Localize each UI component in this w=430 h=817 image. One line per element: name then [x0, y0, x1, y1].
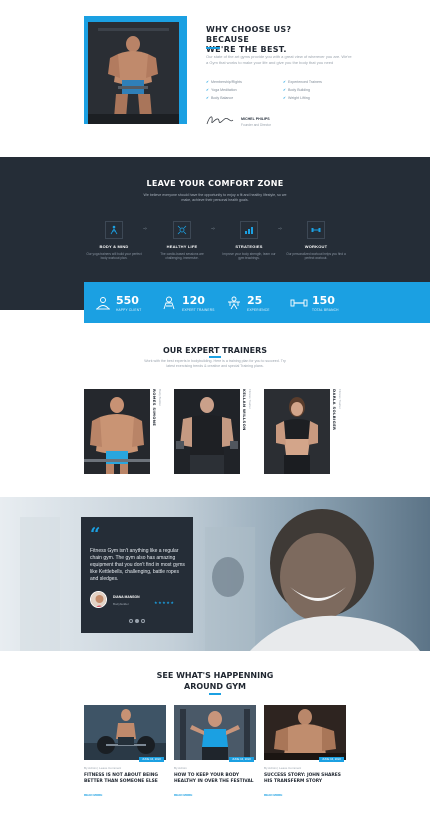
trainer-name: KELLAN WILLSON: [242, 389, 247, 431]
post-meta: By Admin | Leave Comment: [264, 766, 302, 770]
post-title[interactable]: FITNESS IS NOT ABOUT BEING BETTER THAN S…: [84, 773, 168, 785]
arrow-right-icon: - - ›: [278, 226, 282, 232]
bodybuilder-photo: [88, 22, 179, 124]
check-icon: ✔: [206, 88, 210, 92]
body-mind-icon: [105, 221, 123, 239]
workout-icon: [307, 221, 325, 239]
check-icon: ✔: [283, 88, 287, 92]
trainer-role: Body Builder: [158, 389, 162, 407]
step-title: HEALTHY LIFE: [166, 244, 198, 249]
trainers-subtitle: Work with the best experts in bodybuildi…: [144, 359, 286, 368]
step-desc: The cardio-based sessions are challengin…: [160, 252, 204, 261]
rating-stars-icon: ★★★★★: [154, 600, 175, 605]
step-desc: Our personalized workout helps you find …: [286, 252, 346, 261]
signature-name: MICHEL PHILIPS: [241, 117, 270, 121]
arrow-right-icon: - - ›: [143, 226, 147, 232]
post-meta: By Admin | Leave Comment: [84, 766, 122, 770]
blog-title-underline: [209, 693, 221, 695]
check-icon: ✔: [206, 80, 210, 84]
post-date-badge: JUNE 16, 2022: [139, 757, 164, 762]
post-date-badge: JUNE 16, 2022: [319, 757, 344, 762]
trainers-title-underline: [209, 356, 221, 358]
stat-total-branch: 150 TOTAL BRANCH: [290, 290, 339, 316]
blog-title: SEE WHAT'S HAPPENNING AROUND GYM: [0, 670, 430, 692]
trainers-title: OUR EXPERT TRAINERS: [162, 346, 268, 355]
why-title-underline: [206, 47, 220, 49]
step-body-mind: BODY & MIND Our yoga trainers will build…: [84, 221, 144, 261]
signature-image: [206, 113, 234, 127]
feature-item: ✔ Body Balance: [206, 96, 234, 100]
step-desc: Improve your body strength, learn our gy…: [222, 252, 276, 261]
happy-clients-icon: [96, 297, 110, 310]
why-description: Our state of the art gyms provide you wi…: [206, 54, 352, 65]
comfort-title: LEAVE YOUR COMFORT ZONE: [146, 179, 284, 188]
post-meta: By Admin: [174, 766, 187, 770]
stat-expert-trainers: 120 EXPERT TRAINERS: [161, 290, 215, 316]
expert-trainers-icon: [163, 296, 175, 310]
read-more-link[interactable]: READ MORE: [174, 793, 192, 797]
step-title: BODY & MIND: [99, 244, 129, 249]
carousel-dot[interactable]: [141, 619, 145, 623]
step-healthy-life: HEALTHY LIFE The cardio-based sessions a…: [152, 221, 212, 261]
why-title-line1: WHY CHOOSE US? BECAUSE: [206, 25, 292, 44]
stat-value: 120: [182, 293, 205, 307]
carousel-dot-active[interactable]: [135, 619, 139, 623]
post-image[interactable]: [84, 705, 166, 760]
avatar: [90, 591, 107, 608]
stat-value: 550: [116, 293, 139, 307]
check-icon: ✔: [206, 96, 210, 100]
healthy-life-icon: [173, 221, 191, 239]
post-image[interactable]: [174, 705, 256, 760]
stat-experience: 25 EXPERIENCE: [226, 290, 270, 316]
quote-icon: “: [90, 524, 101, 545]
comfort-subtitle: We believe everyone should have the oppo…: [143, 193, 287, 202]
blog-title-line2: AROUND GYM: [184, 682, 246, 691]
blog-title-line1: SEE WHAT'S HAPPENNING: [156, 671, 274, 680]
testimonial-background-photo: [0, 497, 430, 651]
feature-item: ✔ Yoga Meditation: [206, 88, 237, 92]
strategies-icon: [240, 221, 258, 239]
experience-icon: [228, 296, 240, 310]
arrow-right-icon: - - ›: [211, 226, 215, 232]
trainer-name: ROMES SIMONE: [152, 389, 157, 427]
feature-item: ✔ Body Building: [283, 88, 310, 92]
step-strategies: STRATEGIES Improve your body strength, l…: [219, 221, 279, 261]
testimonial-text: Fitness Gym isn't anything like a regula…: [90, 548, 185, 582]
post-title[interactable]: HOW TO KEEP YOUR BODY HEALTHY IN OVER TH…: [174, 773, 258, 785]
step-title: WORKOUT: [304, 244, 328, 249]
read-more-link[interactable]: READ MORE: [264, 793, 282, 797]
stat-label: HAPPY CLIENT: [116, 307, 142, 312]
step-desc: Our yoga trainers will build your perfec…: [86, 252, 142, 261]
feature-item: ✔ Weight Lifting: [283, 96, 310, 100]
testimonial-author-name: DIANA MANSON: [113, 595, 140, 599]
post-date-badge: JUNE 16, 2022: [229, 757, 254, 762]
step-workout: WORKOUT Our personalized workout helps y…: [286, 221, 346, 261]
feature-item: ✔ Experienced Trainers: [283, 80, 322, 84]
trainer-name: DARLA SOLBIGER: [332, 389, 337, 431]
stat-happy-clients: 550 HAPPY CLIENT: [95, 290, 141, 316]
total-branch-icon: [290, 299, 308, 307]
stat-label: EXPERIENCE: [247, 307, 270, 312]
trainer-role: Fitness Trainer: [248, 389, 252, 409]
page: WHY CHOOSE US? BECAUSE WE'RE THE BEST. O…: [0, 0, 430, 817]
post-title[interactable]: SUCCESS STORY: JOHN SHARES HIS TRANSFERM…: [264, 773, 348, 785]
stat-label: TOTAL BRANCH: [312, 307, 339, 312]
trainer-photo[interactable]: [84, 389, 150, 474]
trainer-photo[interactable]: [264, 389, 330, 474]
trainer-role: Fitness Trainer: [338, 389, 342, 409]
trainer-photo[interactable]: [174, 389, 240, 474]
carousel-dot[interactable]: [129, 619, 133, 623]
why-title: WHY CHOOSE US? BECAUSE WE'RE THE BEST.: [206, 25, 336, 55]
check-icon: ✔: [283, 96, 287, 100]
feature-item: ✔ Membership/Rights: [206, 80, 242, 84]
signature-role: Founder and Director: [241, 123, 272, 127]
read-more-link[interactable]: READ MORE: [84, 793, 102, 797]
check-icon: ✔: [283, 80, 287, 84]
step-title: STRATEGIES: [235, 244, 263, 249]
testimonial-author-role: Bodybuilder: [113, 602, 129, 606]
stat-label: EXPERT TRAINERS: [182, 307, 215, 312]
post-image[interactable]: [264, 705, 346, 760]
stat-value: 150: [312, 293, 335, 307]
stat-value: 25: [247, 293, 263, 307]
